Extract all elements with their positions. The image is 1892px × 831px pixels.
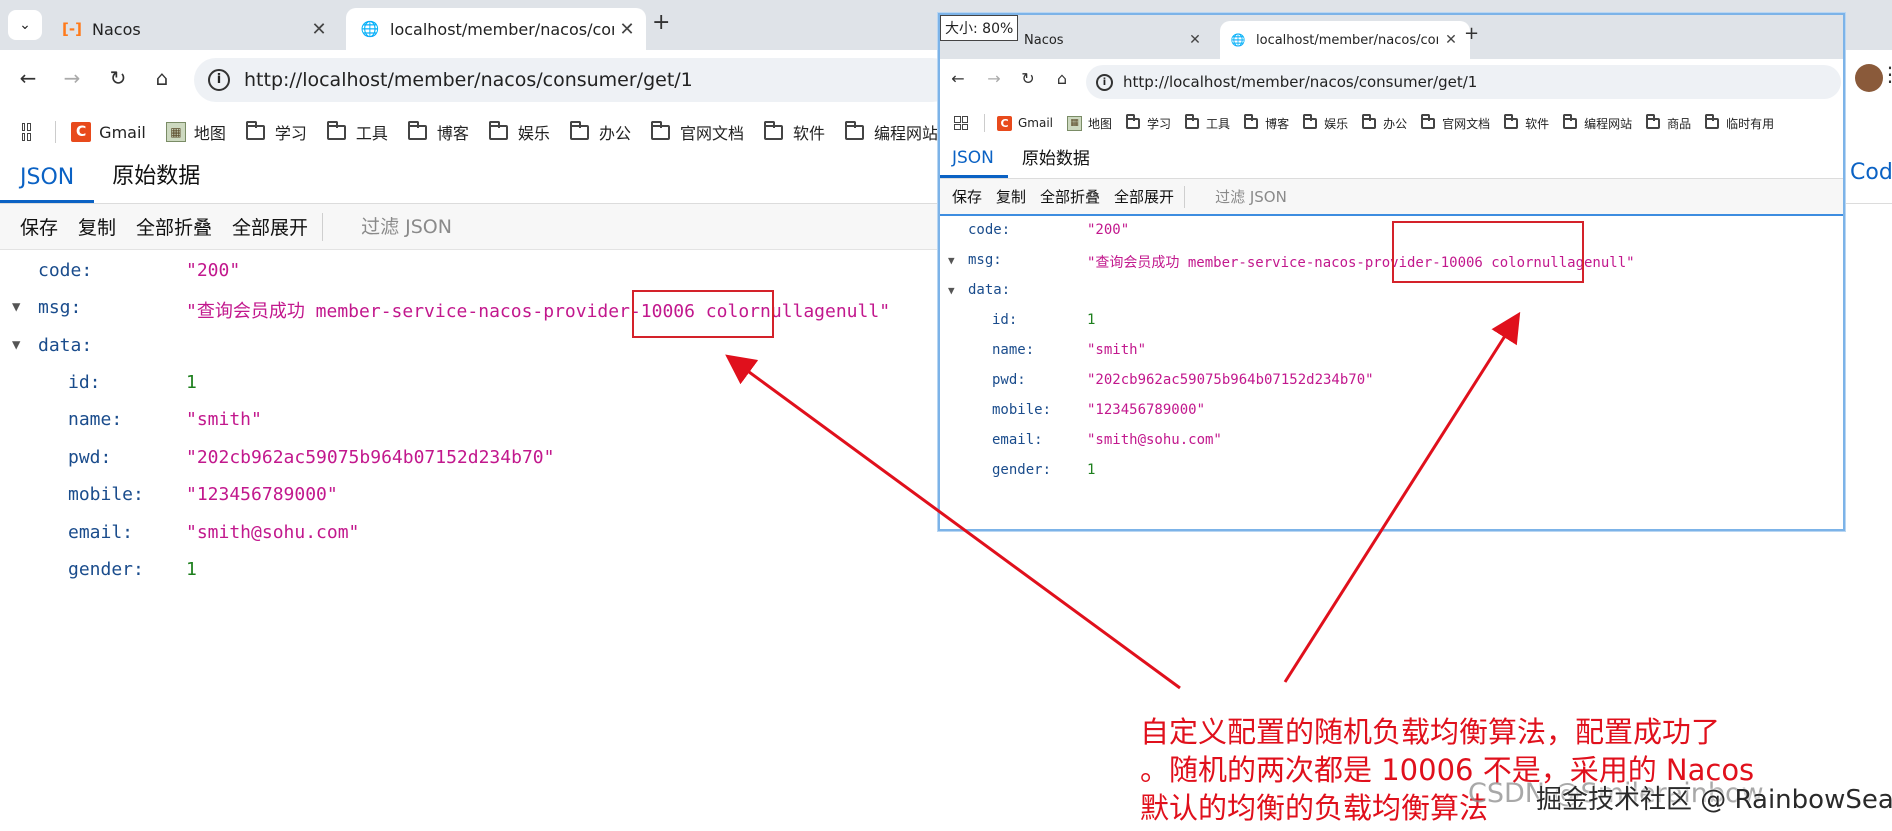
annotation-line-1: 自定义配置的随机负载均衡算法，配置成功了	[1140, 715, 1721, 749]
arrow-to-popup-highlight	[1283, 311, 1521, 683]
zoom-badge: 大小: 80%	[940, 15, 1019, 41]
arrow-to-main-highlight	[725, 354, 1181, 690]
annotation-arrows	[725, 311, 1521, 690]
juejin-watermark: 掘金技术社区 @ RainbowSea	[1536, 785, 1892, 815]
